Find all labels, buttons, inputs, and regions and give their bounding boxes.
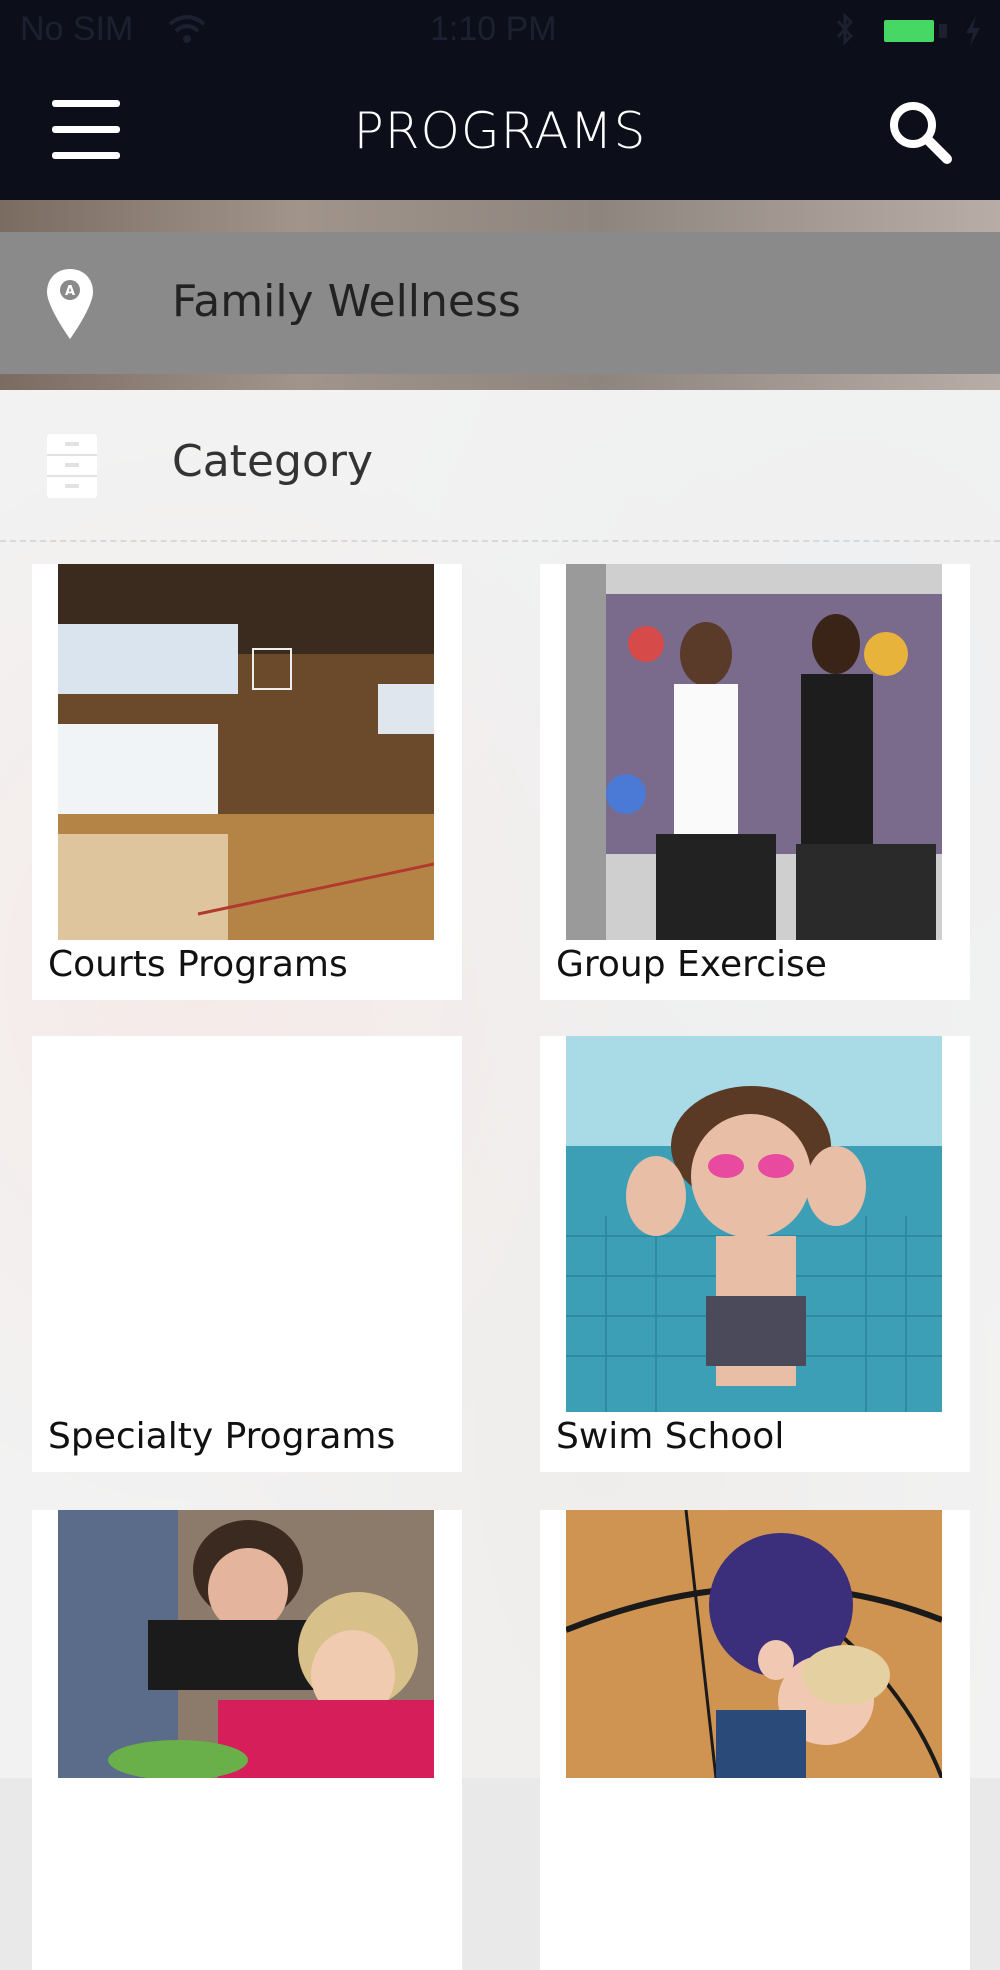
map-pin-icon: A [47,269,93,339]
location-label: Family Wellness [172,276,521,327]
gymnasium-court-image [58,564,434,940]
program-label: Group Exercise [556,944,827,985]
toddler-ball-image [566,1510,942,1778]
battery-cap [939,24,947,38]
image-placeholder [58,1036,434,1412]
category-label: Category [172,436,373,487]
program-card[interactable] [540,1510,970,1970]
nav-bar: PROGRAMS [0,62,1000,200]
search-icon[interactable] [885,97,955,167]
program-card-swim-school[interactable]: Swim School [540,1036,970,1472]
battery-icon [884,20,934,42]
program-label: Specialty Programs [48,1416,396,1457]
category-selector[interactable]: Category [0,392,1000,542]
program-card-group-exercise[interactable]: Group Exercise [540,564,970,1000]
wifi-icon [168,15,206,43]
spin-class-image [566,564,942,940]
program-card-specialty[interactable]: Specialty Programs [32,1036,462,1472]
carrier-label: No SIM [20,10,134,48]
charging-icon [966,16,980,46]
location-selector[interactable]: A Family Wellness [0,232,1000,374]
program-card-courts[interactable]: Courts Programs [32,564,462,1000]
child-swimming-image [566,1036,942,1412]
program-label: Swim School [556,1416,785,1457]
program-card[interactable] [32,1510,462,1970]
svg-text:A: A [65,284,75,299]
status-time: 1:10 PM [430,10,557,48]
file-cabinet-icon [47,434,97,498]
status-bar: No SIM 1:10 PM [0,0,1000,62]
program-label: Courts Programs [48,944,348,985]
page-title: PROGRAMS [353,102,647,160]
bluetooth-icon [836,12,854,46]
children-crafts-image [58,1510,434,1778]
